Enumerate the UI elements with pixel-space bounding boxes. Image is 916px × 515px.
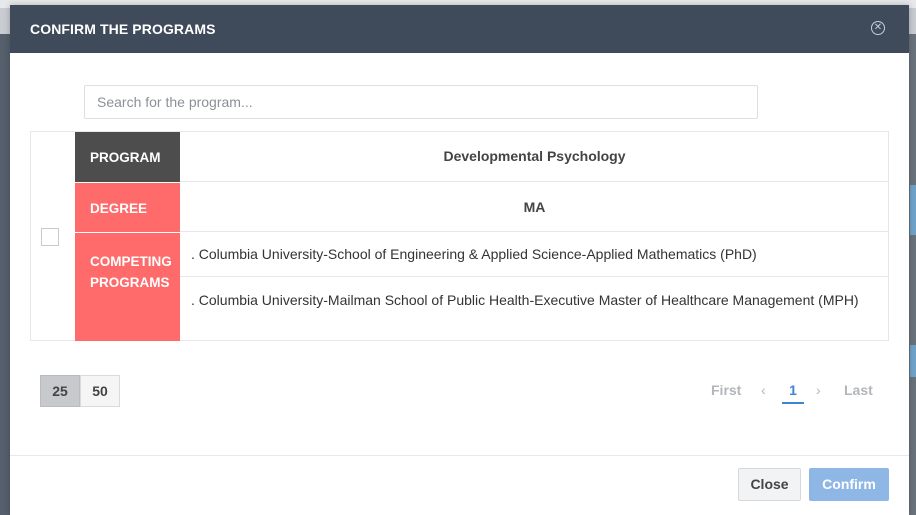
footer-divider — [10, 455, 909, 456]
background-overlay-left — [0, 34, 10, 515]
background-blue-element — [910, 185, 916, 235]
program-select-checkbox[interactable] — [41, 228, 59, 246]
background-blue-element — [910, 345, 916, 377]
program-name: Developmental Psychology — [180, 132, 889, 182]
page-size-50-button[interactable]: 50 — [80, 375, 120, 407]
confirm-button[interactable]: Confirm — [809, 468, 889, 501]
program-card: PROGRAM DEGREE COMPETING PROGRAMS Develo… — [30, 131, 889, 341]
degree-label: DEGREE — [75, 182, 180, 232]
background-overlay-right — [908, 34, 916, 515]
pagination-first[interactable]: First — [711, 382, 741, 398]
page-size-25-button[interactable]: 25 — [40, 375, 80, 407]
modal-title: CONFIRM THE PROGRAMS — [30, 21, 216, 37]
pagination-next-icon[interactable]: › — [816, 382, 821, 398]
competing-programs-label-text: COMPETING PROGRAMS — [90, 254, 172, 290]
competing-programs-label: COMPETING PROGRAMS — [75, 232, 180, 341]
pagination-last[interactable]: Last — [844, 382, 873, 398]
competing-program-item: . Columbia University-School of Engineer… — [180, 232, 889, 277]
confirm-programs-modal: CONFIRM THE PROGRAMS ✕ PROGRAM DEGREE CO… — [10, 5, 909, 515]
pagination-page-1[interactable]: 1 — [782, 382, 804, 404]
program-search-input[interactable] — [84, 85, 758, 119]
modal-header: CONFIRM THE PROGRAMS ✕ — [10, 5, 909, 53]
degree-value: MA — [180, 182, 889, 232]
program-label: PROGRAM — [75, 132, 180, 182]
close-circle-icon[interactable]: ✕ — [871, 21, 885, 35]
close-button[interactable]: Close — [738, 468, 801, 501]
pagination-prev-icon[interactable]: ‹ — [761, 382, 766, 398]
competing-program-item: . Columbia University-Mailman School of … — [191, 292, 859, 308]
